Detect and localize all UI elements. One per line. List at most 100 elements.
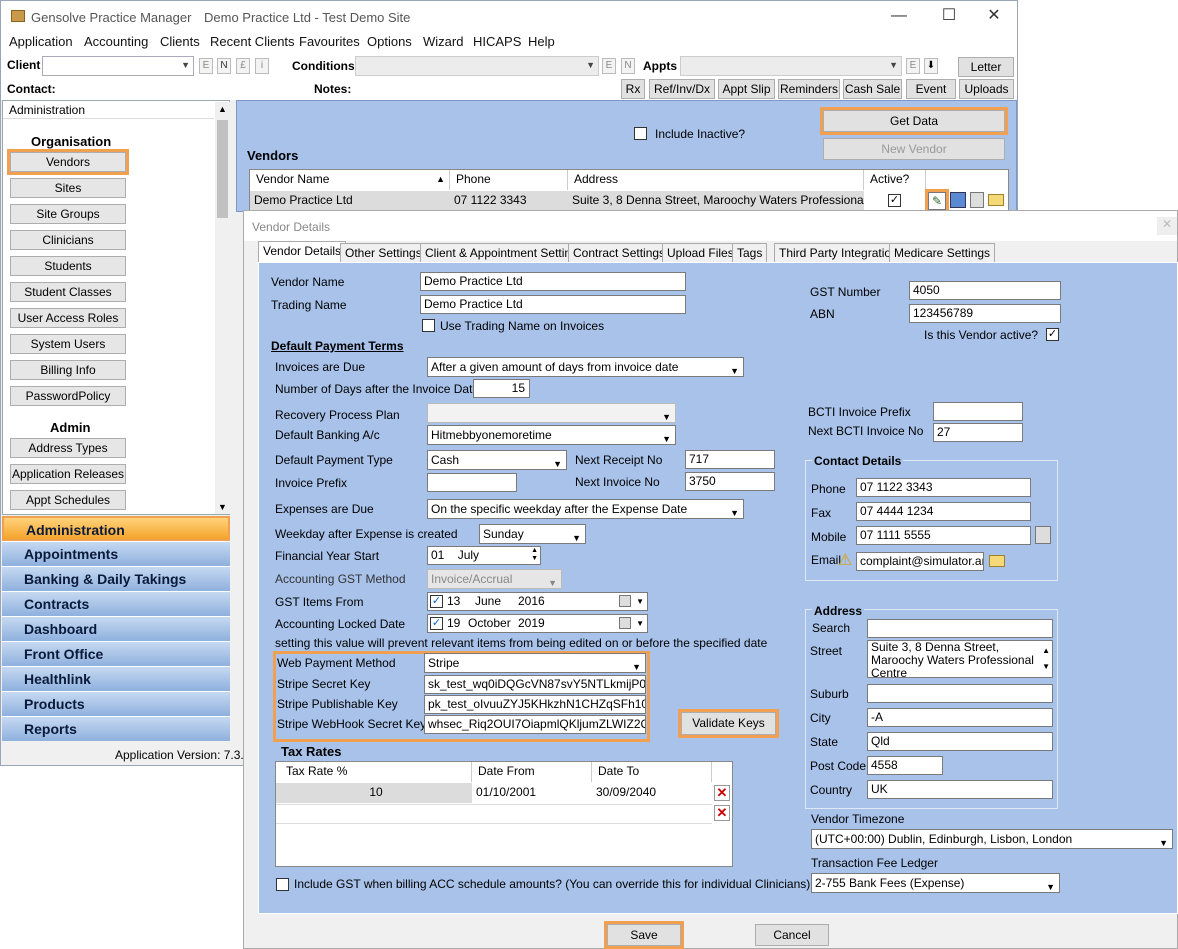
email-icon[interactable] — [988, 194, 1004, 206]
cancel-button[interactable]: Cancel — [755, 924, 829, 946]
timezone-select[interactable]: (UTC+00:00) Dublin, Edinburgh, Lisbon, L… — [811, 829, 1173, 849]
tab-other-settings[interactable]: Other Settings — [340, 243, 427, 263]
address-search-input[interactable] — [867, 619, 1053, 638]
nav-appt-schedules[interactable]: Appt Schedules — [10, 490, 126, 510]
weekday-select[interactable]: Sunday ▼ — [479, 524, 586, 544]
col-vendor-name[interactable]: Vendor Name ▲ — [250, 170, 450, 190]
date-from-cell[interactable]: 01/10/2001 — [472, 783, 592, 803]
uploads-button[interactable]: Uploads — [959, 79, 1014, 99]
calendar-icon[interactable] — [619, 595, 631, 607]
abn-input[interactable]: 123456789 — [909, 304, 1061, 323]
chevron-down-icon[interactable]: ▼ — [636, 593, 644, 610]
menu-clients[interactable]: Clients — [160, 34, 200, 49]
appts-combo[interactable]: ▼ — [680, 56, 902, 76]
scroll-up-icon[interactable]: ▲ — [218, 104, 227, 114]
nav-user-access-roles[interactable]: User Access Roles — [10, 308, 126, 328]
state-input[interactable]: Qld — [867, 732, 1053, 751]
vendor-name-input[interactable]: Demo Practice Ltd — [420, 272, 686, 291]
row-vendor-name[interactable]: Demo Practice Ltd — [250, 191, 450, 211]
include-gst-checkbox[interactable] — [276, 878, 289, 891]
scrollbar-thumb[interactable] — [217, 120, 228, 218]
dialog-close-icon[interactable]: ✕ — [1157, 217, 1177, 235]
save-button[interactable]: Save — [604, 921, 684, 949]
email-icon[interactable] — [989, 555, 1005, 567]
rx-button[interactable]: Rx — [621, 79, 645, 99]
menu-accounting[interactable]: Accounting — [84, 34, 148, 49]
nav-scrollbar[interactable]: ▲ ▼ — [215, 102, 230, 514]
nav-address-types[interactable]: Address Types — [10, 438, 126, 458]
col-address[interactable]: Address — [568, 170, 864, 190]
section-banking[interactable]: Banking & Daily Takings — [2, 566, 230, 591]
download-icon[interactable]: ⬇ — [924, 58, 938, 74]
maximize-icon[interactable]: ☐ — [934, 5, 964, 27]
section-dashboard[interactable]: Dashboard — [2, 616, 230, 641]
menu-options[interactable]: Options — [367, 34, 412, 49]
nav-vendors[interactable]: Vendors — [7, 149, 129, 175]
section-contracts[interactable]: Contracts — [2, 591, 230, 616]
delete-row-icon[interactable]: ✕ — [714, 805, 730, 821]
edit-icon[interactable]: ✎ — [925, 189, 949, 213]
get-data-button[interactable]: Get Data — [820, 107, 1008, 135]
nav-application-releases[interactable]: Application Releases — [10, 464, 126, 484]
chevron-down-icon[interactable]: ▼ — [636, 615, 644, 632]
new-vendor-button[interactable]: New Vendor — [823, 138, 1005, 160]
close-icon[interactable]: ✕ — [979, 5, 1009, 27]
invoice-prefix-input[interactable] — [427, 473, 517, 492]
nav-system-users[interactable]: System Users — [10, 334, 126, 354]
tax-rate-cell[interactable]: 10 — [276, 783, 472, 803]
web-payment-select[interactable]: Stripe ▼ — [424, 653, 646, 673]
client-e-button[interactable]: E — [199, 58, 213, 74]
vendor-active-checkbox[interactable]: ✓ — [1046, 328, 1059, 341]
tab-contract-settings[interactable]: Contract Settings — [568, 243, 671, 263]
menu-wizard[interactable]: Wizard — [423, 34, 463, 49]
phone-input[interactable]: 07 1122 3343 — [856, 478, 1031, 497]
use-trading-name-checkbox[interactable] — [422, 319, 435, 332]
city-input[interactable]: -A — [867, 708, 1053, 727]
minimize-icon[interactable]: — — [884, 5, 914, 27]
client-combo[interactable]: ▼ — [42, 56, 194, 76]
country-input[interactable]: UK — [867, 780, 1053, 799]
calendar-icon[interactable] — [619, 617, 631, 629]
nav-password-policy[interactable]: PasswordPolicy — [10, 386, 126, 406]
conditions-e-button[interactable]: E — [602, 58, 616, 74]
ref-inv-dx-button[interactable]: Ref/Inv/Dx — [649, 79, 715, 99]
receipt-input[interactable]: 717 — [685, 450, 775, 469]
col-date-to[interactable]: Date To — [592, 762, 712, 782]
expenses-due-select[interactable]: On the specific weekday after the Expens… — [427, 499, 744, 519]
menu-hicaps[interactable]: HICAPS — [473, 34, 521, 49]
bcti-next-input[interactable]: 27 — [933, 423, 1023, 442]
nav-clinicians[interactable]: Clinicians — [10, 230, 126, 250]
tax-new-row[interactable] — [276, 804, 712, 824]
nav-billing-info[interactable]: Billing Info — [10, 360, 126, 380]
row-phone[interactable]: 07 1122 3343 — [450, 191, 568, 211]
invoices-due-select[interactable]: After a given amount of days from invoic… — [427, 357, 744, 377]
cash-sale-button[interactable]: Cash Sale — [843, 79, 902, 99]
fax-input[interactable]: 07 4444 1234 — [856, 502, 1031, 521]
menu-help[interactable]: Help — [528, 34, 555, 49]
col-active[interactable]: Active? — [864, 170, 926, 190]
letter-button[interactable]: Letter — [958, 57, 1014, 77]
details-icon[interactable] — [950, 192, 966, 208]
section-front-office[interactable]: Front Office — [2, 641, 230, 666]
street-input[interactable]: Suite 3, 8 Denna Street, Maroochy Waters… — [867, 640, 1053, 678]
conditions-n-button[interactable]: N — [621, 58, 635, 74]
validate-keys-button[interactable]: Validate Keys — [678, 709, 779, 738]
col-tax-rate[interactable]: Tax Rate % — [276, 762, 472, 782]
appt-slip-button[interactable]: Appt Slip — [718, 79, 775, 99]
fee-ledger-select[interactable]: 2-755 Bank Fees (Expense) ▼ — [811, 873, 1060, 893]
recovery-select[interactable]: ▼ — [427, 403, 676, 423]
gst-method-select[interactable]: Invoice/Accrual ▼ — [427, 569, 562, 589]
email-input[interactable]: complaint@simulator.amaz — [856, 552, 984, 571]
gst-number-input[interactable]: 4050 — [909, 281, 1061, 300]
section-appointments[interactable]: Appointments — [2, 541, 230, 566]
stripe-webhook-input[interactable]: whsec_Riq2OUI7OiapmlQKljumZLWIZ2Qmcc — [424, 715, 646, 734]
tab-medicare-settings[interactable]: Medicare Settings — [889, 243, 996, 263]
scroll-icon[interactable]: ▲ ▼ — [1042, 643, 1050, 675]
nav-sites[interactable]: Sites — [10, 178, 126, 198]
tab-upload-files[interactable]: Upload Files — [662, 243, 739, 263]
next-invoice-input[interactable]: 3750 — [685, 472, 775, 491]
client-info-button[interactable]: i — [255, 58, 269, 74]
gst-from-enabled-checkbox[interactable]: ✓ — [430, 595, 443, 608]
scroll-down-icon[interactable]: ▼ — [218, 502, 227, 512]
event-button[interactable]: Event — [906, 79, 956, 99]
